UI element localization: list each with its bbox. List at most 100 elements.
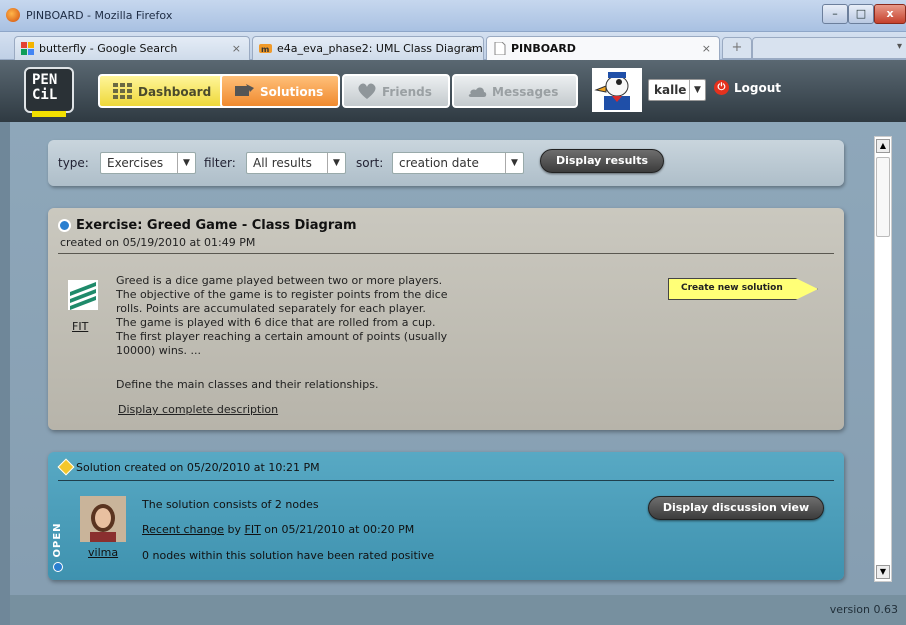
app-header: PEN CiL Dashboard Solutions Friends Mess… — [0, 60, 906, 122]
page-icon — [494, 42, 506, 55]
heart-icon — [358, 83, 376, 99]
close-window-button[interactable]: x — [874, 4, 906, 24]
browser-window: PINBOARD - Mozilla Firefox – □ x butterf… — [0, 0, 906, 625]
type-select[interactable]: Exercises ▼ — [100, 152, 196, 174]
display-description-link[interactable]: Display complete description — [118, 403, 278, 416]
tab-close-icon[interactable]: × — [702, 42, 711, 55]
logout-label: Logout — [734, 81, 782, 95]
solution-header-text: Solution created on 05/20/2010 at 10:21 … — [76, 461, 320, 474]
author-link[interactable]: FIT — [72, 320, 88, 333]
filter-bar: type: Exercises ▼ filter: All results ▼ … — [48, 140, 844, 186]
type-select-value: Exercises — [107, 156, 164, 170]
exercise-created: created on 05/19/2010 at 01:49 PM — [60, 236, 256, 249]
exercise-title[interactable]: Exercise: Greed Game - Class Diagram — [58, 218, 357, 233]
friends-button[interactable]: Friends — [342, 74, 450, 108]
info-icon — [58, 219, 71, 232]
display-discussion-button[interactable]: Display discussion view — [648, 496, 824, 520]
tab-close-icon[interactable]: × — [466, 42, 475, 55]
display-results-button[interactable]: Display results — [540, 149, 664, 173]
firefox-icon — [6, 8, 20, 22]
type-label: type: — [58, 156, 89, 170]
tab-close-icon[interactable]: × — [232, 42, 241, 55]
logo-yellow-bar — [32, 111, 66, 117]
cloud-icon — [468, 87, 487, 97]
solutions-button[interactable]: Solutions — [220, 74, 340, 108]
author-avatar[interactable] — [80, 496, 126, 542]
grid-icon — [113, 83, 132, 99]
fit-logo-icon — [68, 280, 98, 310]
solution-author-link[interactable]: vilma — [88, 546, 118, 559]
pencil-icon — [57, 458, 75, 476]
exercise-task: Define the main classes and their relati… — [116, 378, 379, 391]
description-line: The objective of the game is to register… — [116, 288, 448, 301]
tab-label: butterfly - Google Search — [39, 42, 178, 55]
sort-select-value: creation date — [399, 156, 479, 170]
chevron-down-icon: ▼ — [327, 153, 345, 173]
user-avatar[interactable] — [592, 68, 642, 112]
tab-strip-end: ▾ — [752, 37, 906, 59]
version-label: version 0.63 — [829, 603, 898, 616]
vertical-scrollbar[interactable]: ▲ ▼ — [874, 136, 892, 582]
chevron-down-icon: ▼ — [505, 153, 523, 173]
tab-bar: butterfly - Google Search × m e4a_eva_ph… — [0, 32, 906, 61]
exercise-description: Greed is a dice game played between two … — [116, 274, 486, 358]
scroll-down-icon[interactable]: ▼ — [876, 565, 890, 579]
tab-pinboard[interactable]: PINBOARD × — [486, 36, 720, 61]
description-line: rolls. Points are accumulated separately… — [116, 302, 426, 315]
recent-change: Recent change by FIT on 05/21/2010 at 00… — [142, 523, 414, 536]
chevron-down-icon: ▼ — [177, 153, 195, 173]
friends-label: Friends — [382, 85, 432, 99]
tab-label: PINBOARD — [511, 42, 576, 55]
minimize-button[interactable]: – — [822, 4, 848, 24]
recent-change-link[interactable]: Recent change — [142, 523, 224, 536]
pushpin-icon — [235, 84, 254, 96]
sort-select[interactable]: creation date ▼ — [392, 152, 524, 174]
tab-label: e4a_eva_phase2: UML Class Diagram — [277, 42, 483, 55]
solution-nodes: The solution consists of 2 nodes — [142, 498, 319, 511]
recent-author-link[interactable]: FIT — [245, 523, 261, 536]
chevron-down-icon: ▼ — [689, 80, 705, 100]
create-solution-button[interactable]: Create new solution — [668, 278, 818, 300]
description-line: The game is played with 6 dice that are … — [116, 316, 436, 329]
solution-card: Solution created on 05/20/2010 at 10:21 … — [48, 452, 844, 580]
filter-select-value: All results — [253, 156, 312, 170]
recent-time: on 05/21/2010 at 00:20 PM — [264, 523, 415, 536]
dashboard-label: Dashboard — [138, 85, 212, 99]
list-tabs-icon[interactable]: ▾ — [897, 41, 902, 52]
dashboard-button[interactable]: Dashboard — [98, 74, 232, 108]
logo-text-line2: CiL — [32, 87, 58, 103]
moodle-favicon-icon: m — [259, 44, 272, 54]
tab-uml-class-diagram[interactable]: m e4a_eva_phase2: UML Class Diagram × — [252, 36, 484, 60]
scroll-thumb[interactable] — [876, 157, 890, 237]
messages-label: Messages — [492, 85, 559, 99]
maximize-button[interactable]: □ — [848, 4, 874, 24]
user-dropdown[interactable]: kalle ▼ — [648, 79, 706, 101]
filter-select[interactable]: All results ▼ — [246, 152, 346, 174]
user-name: kalle — [654, 83, 687, 97]
divider — [58, 480, 834, 481]
messages-button[interactable]: Messages — [452, 74, 578, 108]
exercise-title-text: Exercise: Greed Game - Class Diagram — [76, 218, 357, 233]
scroll-up-icon[interactable]: ▲ — [876, 139, 890, 153]
recent-by: by — [227, 523, 242, 536]
logout-link[interactable]: ⏻ Logout — [714, 80, 782, 95]
footer: version 0.63 — [0, 595, 906, 625]
filter-label: filter: — [204, 156, 236, 170]
exercise-card: Exercise: Greed Game - Class Diagram cre… — [48, 208, 844, 430]
person-photo-icon — [80, 496, 126, 542]
sort-label: sort: — [356, 156, 384, 170]
solution-header[interactable]: Solution created on 05/20/2010 at 10:21 … — [57, 458, 320, 476]
status-badge: OPEN — [52, 512, 66, 572]
solutions-label: Solutions — [260, 85, 324, 99]
tab-google-search[interactable]: butterfly - Google Search × — [14, 36, 250, 60]
logo-text-line1: PEN — [32, 72, 58, 88]
new-tab-button[interactable]: + — [722, 37, 752, 59]
status-icon — [53, 562, 63, 572]
window-title: PINBOARD - Mozilla Firefox — [26, 9, 173, 22]
description-line: Greed is a dice game played between two … — [116, 274, 443, 287]
description-line: 10000) wins. ... — [116, 344, 202, 357]
google-favicon-icon — [21, 42, 34, 55]
divider — [58, 253, 834, 254]
status-text: OPEN — [52, 522, 63, 558]
pencil-logo[interactable]: PEN CiL — [24, 67, 74, 117]
